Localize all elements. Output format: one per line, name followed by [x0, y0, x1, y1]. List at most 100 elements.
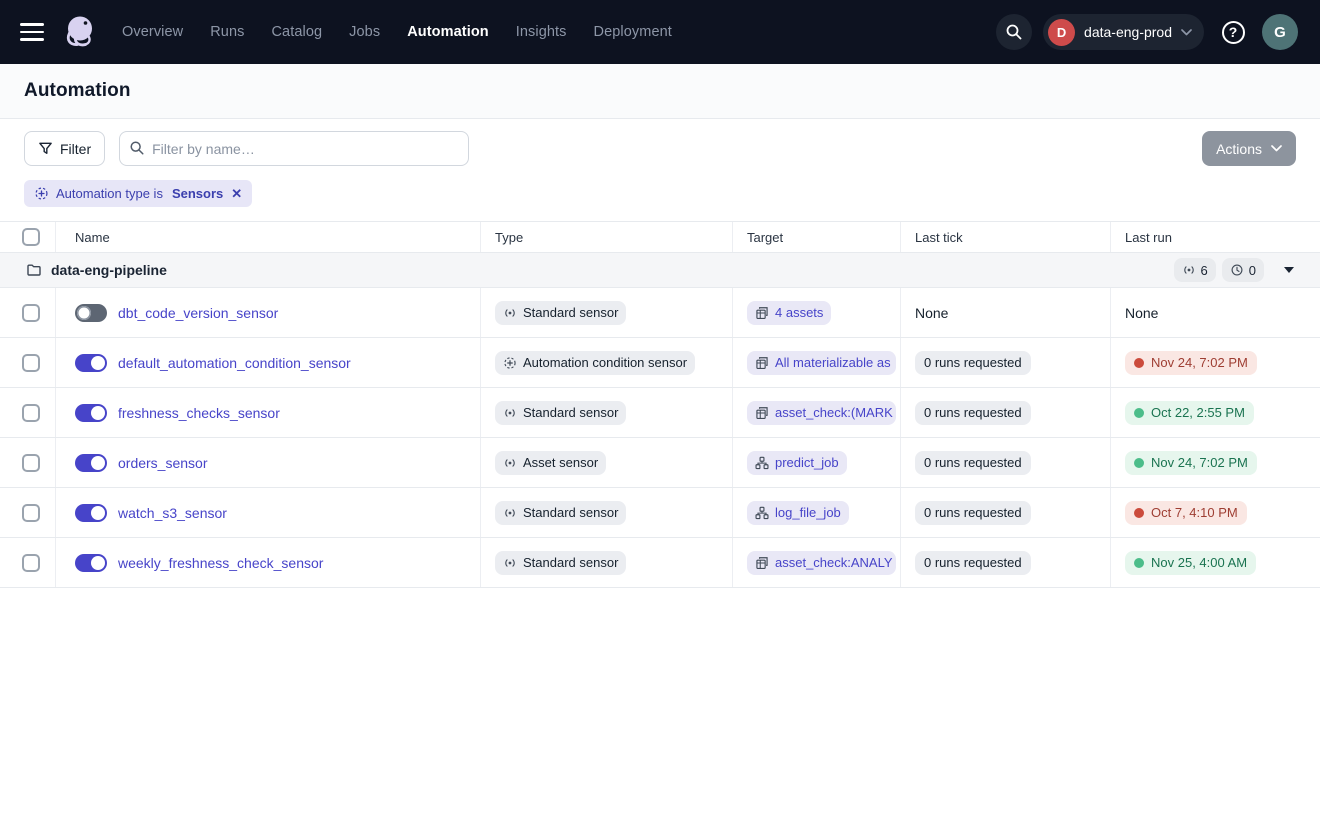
target-badge[interactable]: predict_job — [747, 451, 847, 475]
last-run-pill[interactable]: Nov 24, 7:02 PM — [1125, 451, 1257, 475]
sensor-name-link[interactable]: default_automation_condition_sensor — [118, 355, 351, 371]
actions-button-label: Actions — [1216, 141, 1262, 157]
target-badge[interactable]: asset_check:(MARK — [747, 401, 896, 425]
type-badge: Standard sensor — [495, 401, 626, 425]
table-row: orders_sensor Asset sensor — [0, 438, 1320, 488]
sensor-icon — [503, 506, 517, 520]
toggle-knob — [77, 306, 91, 320]
last-run-pill[interactable]: Oct 22, 2:55 PM — [1125, 401, 1254, 425]
type-label: Standard sensor — [523, 555, 618, 570]
job-graph-icon — [755, 506, 769, 520]
row-select-cell — [0, 338, 56, 387]
nav-item-jobs[interactable]: Jobs — [349, 24, 380, 40]
row-checkbox[interactable] — [22, 554, 40, 572]
enable-toggle[interactable] — [75, 504, 107, 522]
workspace-name: data-eng-prod — [1084, 24, 1172, 40]
row-checkbox[interactable] — [22, 454, 40, 472]
sensor-name-link[interactable]: watch_s3_sensor — [118, 505, 227, 521]
filter-tag-remove-icon[interactable]: ✕ — [231, 186, 242, 202]
asset-icon — [755, 556, 769, 570]
toggle-knob — [91, 456, 105, 470]
nav-item-catalog[interactable]: Catalog — [271, 24, 322, 40]
sensor-name-link[interactable]: dbt_code_version_sensor — [118, 305, 278, 321]
group-badges: 6 0 — [1174, 258, 1294, 282]
nav-item-deployment[interactable]: Deployment — [594, 24, 672, 40]
hamburger-bar — [20, 31, 44, 34]
primary-nav: Overview Runs Catalog Jobs Automation Insight… — [122, 24, 672, 40]
help-button[interactable]: ? — [1215, 14, 1251, 50]
sensor-name-link[interactable]: orders_sensor — [118, 455, 208, 471]
column-header-type: Type — [481, 222, 733, 252]
search-button[interactable] — [996, 14, 1032, 50]
row-type-cell: Standard sensor — [481, 288, 733, 337]
enable-toggle[interactable] — [75, 454, 107, 472]
select-all-checkbox[interactable] — [22, 228, 40, 246]
enable-toggle[interactable] — [75, 404, 107, 422]
row-target-cell: predict_job — [733, 438, 901, 487]
actions-button[interactable]: Actions — [1202, 131, 1296, 166]
type-badge: Standard sensor — [495, 501, 626, 525]
last-run-value: Oct 7, 4:10 PM — [1151, 505, 1238, 520]
enable-toggle[interactable] — [75, 304, 107, 322]
target-badge[interactable]: asset_check:ANALY — [747, 551, 896, 575]
row-checkbox[interactable] — [22, 304, 40, 322]
row-checkbox[interactable] — [22, 504, 40, 522]
last-run-pill[interactable]: Nov 24, 7:02 PM — [1125, 351, 1257, 375]
enable-toggle[interactable] — [75, 554, 107, 572]
last-tick-cell: 0 runs requested — [901, 438, 1111, 487]
hamburger-menu-button[interactable] — [20, 23, 44, 41]
enable-toggle[interactable] — [75, 354, 107, 372]
run-status-dot — [1134, 558, 1144, 568]
filter-button-label: Filter — [60, 141, 91, 157]
last-run-pill[interactable]: Nov 25, 4:00 AM — [1125, 551, 1256, 575]
last-tick-value: 0 runs requested — [915, 501, 1031, 525]
nav-item-overview[interactable]: Overview — [122, 24, 183, 40]
target-badge[interactable]: All materializable as — [747, 351, 896, 375]
filter-tag-value: Sensors — [172, 186, 223, 201]
row-checkbox[interactable] — [22, 404, 40, 422]
row-checkbox[interactable] — [22, 354, 40, 372]
last-run-pill[interactable]: Oct 7, 4:10 PM — [1125, 501, 1247, 525]
nav-item-runs[interactable]: Runs — [210, 24, 244, 40]
last-tick-cell: 0 runs requested — [901, 488, 1111, 537]
row-select-cell — [0, 388, 56, 437]
last-run-cell: Nov 25, 4:00 AM — [1111, 538, 1320, 587]
toggle-knob — [91, 556, 105, 570]
hamburger-bar — [20, 38, 44, 41]
group-row: data-eng-pipeline 6 0 — [0, 253, 1320, 288]
collapse-group-caret[interactable] — [1284, 267, 1294, 273]
table-row: freshness_checks_sensor Standard sensor — [0, 388, 1320, 438]
job-graph-icon — [755, 456, 769, 470]
workspace-switcher[interactable]: D data-eng-prod — [1043, 14, 1204, 50]
asset-icon — [755, 306, 769, 320]
sensor-name-link[interactable]: freshness_checks_sensor — [118, 405, 280, 421]
row-type-cell: Standard sensor — [481, 488, 733, 537]
type-badge: Standard sensor — [495, 301, 626, 325]
run-status-dot — [1134, 458, 1144, 468]
column-header-last-tick: Last tick — [901, 222, 1111, 252]
name-filter-input[interactable] — [119, 131, 469, 166]
last-run-value: None — [1125, 305, 1158, 321]
toggle-knob — [91, 506, 105, 520]
target-label: asset_check:ANALY — [775, 555, 893, 570]
last-run-pill: None — [1125, 301, 1158, 325]
row-name-cell: dbt_code_version_sensor — [56, 288, 481, 337]
automation-condition-icon — [34, 186, 49, 201]
type-label: Standard sensor — [523, 405, 618, 420]
last-tick-value: 0 runs requested — [915, 451, 1031, 475]
last-run-cell: Nov 24, 7:02 PM — [1111, 338, 1320, 387]
sensor-name-link[interactable]: weekly_freshness_check_sensor — [118, 555, 323, 571]
filter-button[interactable]: Filter — [24, 131, 105, 166]
user-avatar[interactable]: G — [1262, 14, 1298, 50]
nav-item-automation[interactable]: Automation — [407, 24, 489, 40]
filter-tag: Automation type is Sensors ✕ — [24, 180, 252, 207]
dagster-logo[interactable] — [60, 12, 100, 52]
target-label: All materializable as — [775, 355, 891, 370]
toggle-knob — [91, 356, 105, 370]
target-badge[interactable]: log_file_job — [747, 501, 849, 525]
target-badge[interactable]: 4 assets — [747, 301, 831, 325]
target-label: asset_check:(MARK — [775, 405, 893, 420]
nav-item-insights[interactable]: Insights — [516, 24, 567, 40]
type-label: Automation condition sensor — [523, 355, 687, 370]
folder-icon — [26, 262, 42, 278]
